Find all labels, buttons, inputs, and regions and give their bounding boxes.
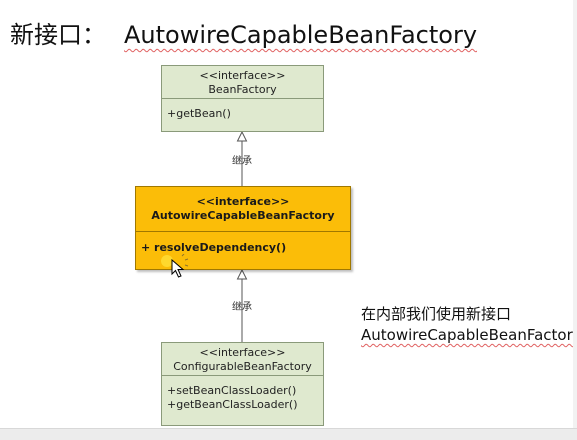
uml-node-beanfactory[interactable]: <<interface>> BeanFactory +getBean() [161, 65, 324, 132]
edge-label-1: 继承 [232, 156, 252, 167]
stereotype-label: <<interface>> [199, 69, 286, 82]
note-line-1: 在内部我们使用新接口 [361, 305, 512, 323]
slide: 新接口： AutowireCapableBeanFactory 继承 继承 <<i… [0, 0, 577, 440]
edge-arrowhead-2 [236, 268, 248, 280]
method-label: +getBeanClassLoader() [167, 398, 298, 411]
method-label: + resolveDependency() [141, 241, 287, 254]
edge-arrowhead-1 [236, 130, 248, 142]
mouse-cursor-icon [161, 254, 189, 278]
stereotype-label: <<interface>> [196, 195, 290, 208]
stereotype-label: <<interface>> [199, 346, 286, 359]
method-label: +setBeanClassLoader() [167, 384, 297, 397]
class-name-label: BeanFactory [208, 83, 277, 96]
uml-node-methods: +getBean() [162, 99, 323, 121]
class-name-label: AutowireCapableBeanFactory [151, 209, 335, 222]
uml-node-methods: +setBeanClassLoader() +getBeanClassLoade… [162, 376, 323, 412]
class-name-label: ConfigurableBeanFactory [173, 360, 312, 373]
note-line-2: AutowireCapableBeanFactory [361, 326, 577, 344]
uml-node-configurablebeanfactory[interactable]: <<interface>> ConfigurableBeanFactory +s… [161, 342, 324, 426]
uml-node-header: <<interface>> BeanFactory [162, 66, 323, 99]
bottom-bar [0, 428, 577, 440]
uml-node-header: <<interface>> ConfigurableBeanFactory [162, 343, 323, 376]
method-label: +getBean() [167, 107, 231, 120]
side-note: 在内部我们使用新接口 AutowireCapableBeanFactory [361, 304, 577, 346]
scroll-edge [573, 0, 577, 428]
edge-label-2: 继承 [232, 302, 252, 313]
uml-node-methods: + resolveDependency() [136, 232, 350, 255]
uml-node-header: <<interface>> AutowireCapableBeanFactory [136, 187, 350, 232]
